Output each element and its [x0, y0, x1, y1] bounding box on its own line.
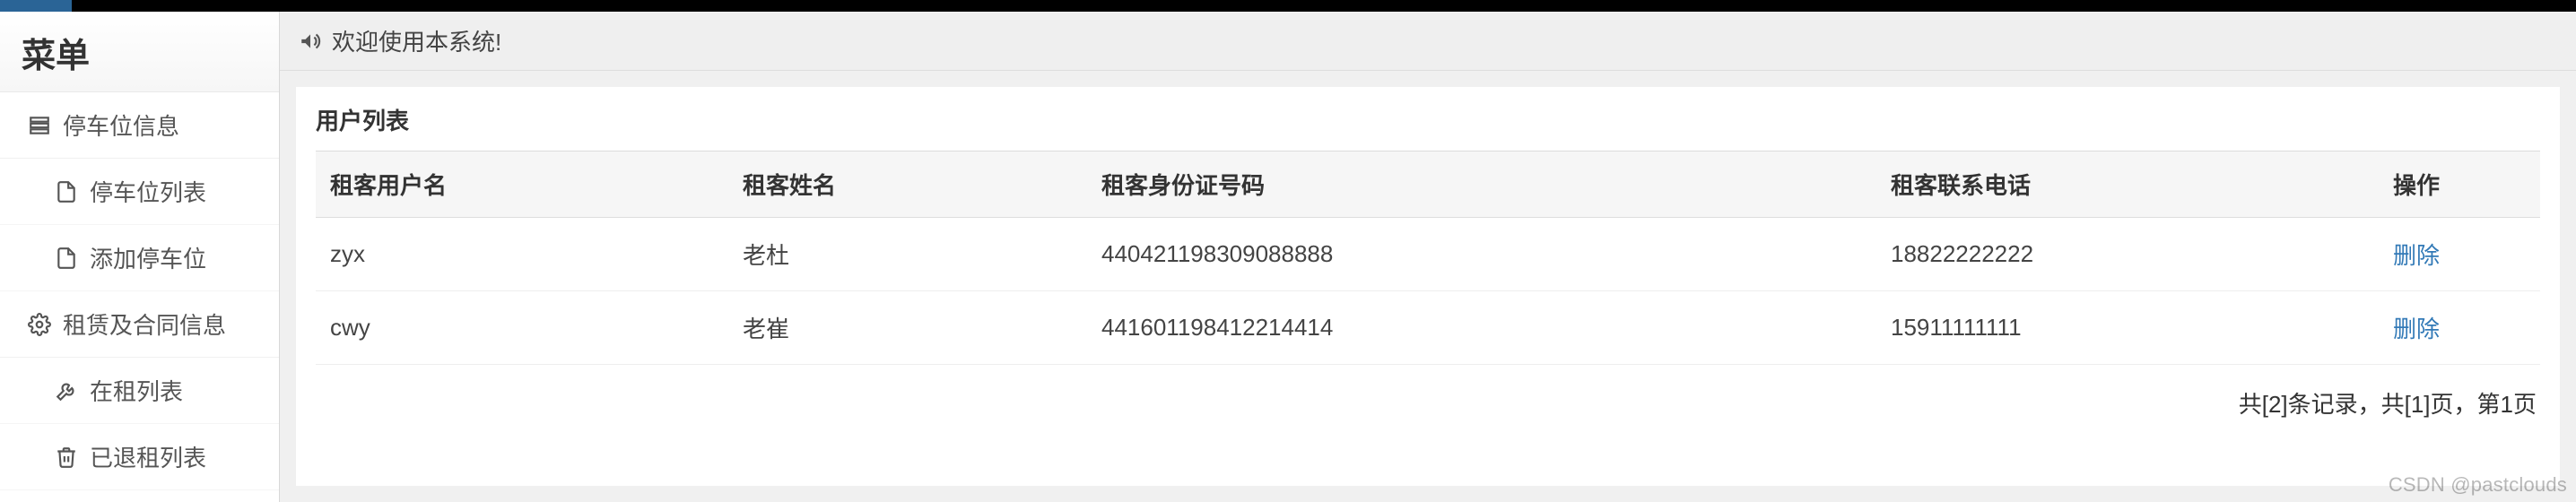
- sidebar: 菜单 停车位信息 停车位列表 添加停车位 租赁及合同信息: [0, 12, 280, 502]
- cell-idcard: 440421198309088888: [1087, 218, 1876, 291]
- wrench-icon: [54, 378, 79, 403]
- sidebar-item-label: 在租列表: [90, 374, 183, 407]
- table-header-row: 租客用户名 租客姓名 租客身份证号码 租客联系电话 操作: [316, 151, 2540, 218]
- cell-op: 删除: [2379, 218, 2540, 291]
- menu-group-lease[interactable]: 租赁及合同信息: [0, 291, 279, 358]
- file-icon: [54, 179, 79, 204]
- pager: 共[2]条记录，共[1]页，第1页: [316, 365, 2540, 423]
- gear-icon: [27, 312, 52, 337]
- topbar-accent: [0, 0, 72, 12]
- menu-group-apply[interactable]: 申请列表: [0, 490, 279, 502]
- user-list-panel: 用户列表 租客用户名 租客姓名 租客身份证号码 租客联系电话 操作 zyx 老杜: [296, 87, 2560, 486]
- col-header-op: 操作: [2379, 151, 2540, 218]
- cell-username: cwy: [316, 291, 728, 365]
- cell-name: 老杜: [728, 218, 1087, 291]
- list-icon: [27, 113, 52, 138]
- sidebar-item-renting-list[interactable]: 在租列表: [0, 358, 279, 424]
- col-header-phone: 租客联系电话: [1876, 151, 2379, 218]
- sidebar-item-label: 添加停车位: [90, 241, 206, 274]
- col-header-idcard: 租客身份证号码: [1087, 151, 1876, 218]
- cell-username: zyx: [316, 218, 728, 291]
- file-icon: [54, 246, 79, 271]
- sidebar-item-label: 停车位列表: [90, 175, 206, 208]
- menu-group-label: 停车位信息: [63, 108, 179, 142]
- welcome-bar: 欢迎使用本系统!: [280, 12, 2576, 71]
- volume-icon: [298, 29, 323, 54]
- cell-phone: 18822222222: [1876, 218, 2379, 291]
- panel-title: 用户列表: [316, 103, 2540, 136]
- table-row: zyx 老杜 440421198309088888 18822222222 删除: [316, 218, 2540, 291]
- sidebar-item-label: 已退租列表: [90, 440, 206, 473]
- sidebar-item-parking-list[interactable]: 停车位列表: [0, 159, 279, 225]
- col-header-username: 租客用户名: [316, 151, 728, 218]
- menu-group-parking[interactable]: 停车位信息: [0, 92, 279, 159]
- layout: 菜单 停车位信息 停车位列表 添加停车位 租赁及合同信息: [0, 12, 2576, 502]
- delete-link[interactable]: 删除: [2393, 242, 2440, 269]
- sidebar-item-returned-list[interactable]: 已退租列表: [0, 424, 279, 490]
- content: 欢迎使用本系统! 用户列表 租客用户名 租客姓名 租客身份证号码 租客联系电话 …: [280, 12, 2576, 502]
- sidebar-title: 菜单: [0, 12, 279, 92]
- table-row: cwy 老崔 441601198412214414 15911111111 删除: [316, 291, 2540, 365]
- cell-op: 删除: [2379, 291, 2540, 365]
- menu-group-label: 租赁及合同信息: [63, 307, 226, 341]
- topbar: [0, 0, 2576, 12]
- delete-link[interactable]: 删除: [2393, 316, 2440, 342]
- cell-phone: 15911111111: [1876, 291, 2379, 365]
- cell-idcard: 441601198412214414: [1087, 291, 1876, 365]
- welcome-text: 欢迎使用本系统!: [332, 24, 501, 57]
- trash-icon: [54, 445, 79, 470]
- cell-name: 老崔: [728, 291, 1087, 365]
- user-table: 租客用户名 租客姓名 租客身份证号码 租客联系电话 操作 zyx 老杜 4404…: [316, 151, 2540, 365]
- col-header-name: 租客姓名: [728, 151, 1087, 218]
- sidebar-item-parking-add[interactable]: 添加停车位: [0, 225, 279, 291]
